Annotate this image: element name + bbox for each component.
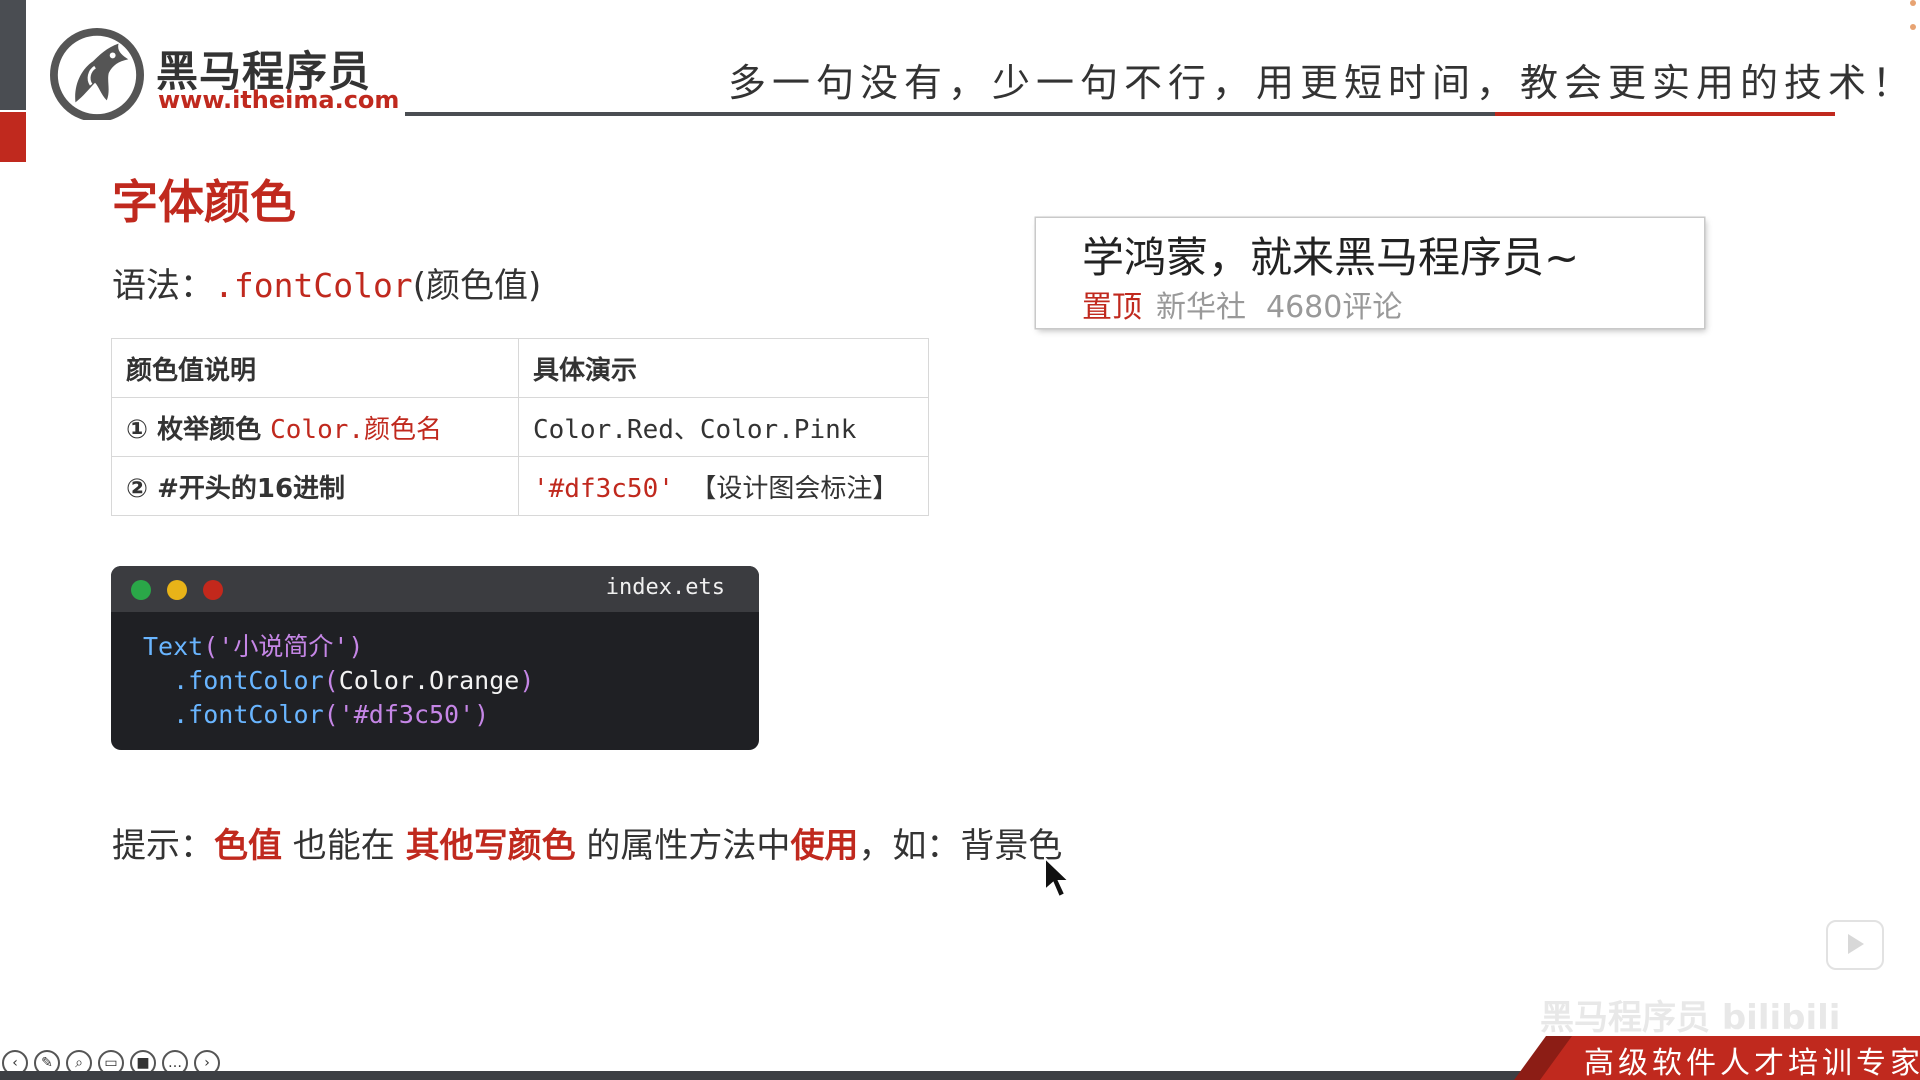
news-comments: 4680评论 xyxy=(1266,290,1403,325)
row-demo-note: 【设计图会标注】 xyxy=(690,473,899,504)
table-row: ② #开头的16进制 '#df3c50' 【设计图会标注】 xyxy=(111,456,929,516)
news-title: 学鸿蒙，就来黑马程序员~ xyxy=(1082,233,1580,282)
table-header-row: 颜色值说明 具体演示 xyxy=(111,338,929,398)
syntax-label: 语法： xyxy=(112,266,214,306)
code-token: ) xyxy=(348,632,364,661)
code-window: index.ets Text('小说简介') .fontColor(Color.… xyxy=(111,566,759,750)
logo-url: www.itheima.com xyxy=(158,86,400,114)
color-value-table: 颜色值说明 具体演示 ① 枚举颜色 Color.颜色名 Color.Red、Co… xyxy=(111,338,929,516)
code-token: ) xyxy=(519,666,535,695)
tip-text: 的属性方法中 xyxy=(575,826,791,866)
syntax-arg: (颜色值) xyxy=(412,266,542,306)
left-edge-accent xyxy=(0,112,26,162)
play-icon[interactable] xyxy=(1826,920,1884,970)
row-demo-code: Color.Red、Color.Pink xyxy=(533,414,857,445)
code-token: ) xyxy=(474,700,490,729)
corner-dot xyxy=(1910,0,1916,6)
corner-dot xyxy=(1910,24,1916,30)
row-label: ① 枚举颜色 xyxy=(126,414,271,445)
table-row: ① 枚举颜色 Color.颜色名 Color.Red、Color.Pink xyxy=(111,397,929,457)
news-source: 新华社 xyxy=(1156,290,1246,325)
tip-highlight: 其他写颜色 xyxy=(405,826,576,866)
syntax-method: .fontColor xyxy=(214,266,413,305)
tip-line: 提示：色值 也能在 其他写颜色 的属性方法中使用，如：背景色 xyxy=(112,818,1062,867)
table-cell-desc: ① 枚举颜色 Color.颜色名 xyxy=(111,397,519,457)
code-token: Text xyxy=(143,632,204,661)
table-header-cell: 颜色值说明 xyxy=(111,338,519,398)
code-token: ( xyxy=(323,666,339,695)
table-cell-demo: '#df3c50' 【设计图会标注】 xyxy=(518,456,929,516)
mouse-cursor-icon xyxy=(1044,856,1072,899)
code-body: Text('小说简介') .fontColor(Color.Orange) .f… xyxy=(111,612,759,732)
header-slogan: 多一句没有，少一句不行，用更短时间，教会更实用的技术！ xyxy=(728,61,1917,105)
code-line: Text('小说简介') xyxy=(143,630,759,664)
slide-page: 黑马程序员 www.itheima.com 多一句没有，少一句不行，用更短时间，… xyxy=(0,0,1920,1080)
section-title: 字体颜色 xyxy=(112,175,296,229)
syntax-line: 语法：.fontColor(颜色值) xyxy=(112,258,541,307)
header-divider-accent xyxy=(1495,112,1835,116)
header-divider xyxy=(405,112,1495,116)
code-line: .fontColor(Color.Orange) xyxy=(143,664,759,698)
tip-highlight: 使用 xyxy=(790,826,859,866)
code-window-titlebar: index.ets xyxy=(111,566,759,612)
window-green-dot-icon xyxy=(131,580,151,600)
table-cell-desc: ② #开头的16进制 xyxy=(111,456,519,516)
table-cell-demo: Color.Red、Color.Pink xyxy=(518,397,929,457)
row-label-code: Color.颜色名 xyxy=(270,414,443,445)
video-watermark: 黑马程序员 bilibili xyxy=(1540,998,1841,1038)
code-filename: index.ets xyxy=(605,575,725,600)
tip-text: 也能在 xyxy=(282,826,406,866)
horse-logo-icon xyxy=(50,27,144,120)
news-meta: 置顶 新华社 4680评论 xyxy=(1082,282,1402,326)
code-token: Color.Orange xyxy=(338,666,520,695)
code-token: .fontColor xyxy=(173,666,324,695)
tip-highlight: 色值 xyxy=(214,826,282,866)
code-token: '小说简介' xyxy=(218,632,349,661)
footer-tagline: 高级软件人才培训专家 xyxy=(1584,1046,1920,1080)
news-card-demo: 学鸿蒙，就来黑马程序员~ 置顶 新华社 4680评论 xyxy=(1036,218,1704,328)
brand-logo: 黑马程序员 www.itheima.com xyxy=(48,26,399,120)
row-demo-code: '#df3c50' xyxy=(533,473,674,504)
window-yellow-dot-icon xyxy=(167,580,187,600)
window-red-dot-icon xyxy=(203,580,223,600)
code-token: .fontColor xyxy=(173,700,324,729)
left-edge-bar xyxy=(0,0,26,110)
row-label: ② #开头的16进制 xyxy=(126,473,346,504)
code-token: ( xyxy=(323,700,339,729)
code-token: '#df3c50' xyxy=(338,700,475,729)
code-line: .fontColor('#df3c50') xyxy=(143,698,759,732)
tip-text: ，如：背景色 xyxy=(858,826,1063,866)
news-top-tag: 置顶 xyxy=(1082,290,1142,325)
tip-text: 提示： xyxy=(112,826,214,866)
table-header-cell: 具体演示 xyxy=(518,338,929,398)
code-token: ( xyxy=(203,632,219,661)
